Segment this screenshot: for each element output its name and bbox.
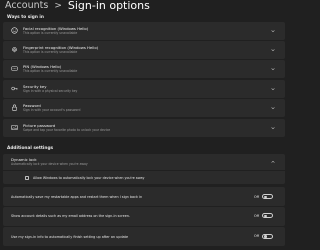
option-texts: Picture password Swipe and tap your favo…	[23, 123, 110, 133]
sign-in-option-security-key[interactable]: Security key Sign in with a physical sec…	[3, 80, 285, 98]
toggle-knob	[264, 195, 267, 199]
toggle-knob	[264, 235, 267, 238]
setting-restart-apps: Automatically save my restartable apps a…	[3, 187, 285, 206]
toggle-wrap: Off	[254, 213, 273, 218]
chevron-down-icon	[271, 48, 275, 51]
show-account-details-toggle[interactable]	[262, 213, 273, 218]
option-title: Fingerprint recognition (Windows Hello)	[23, 44, 99, 50]
option-texts: Security key Sign in with a physical sec…	[23, 84, 77, 94]
toggle-knob	[264, 214, 267, 218]
face-icon	[11, 27, 18, 34]
option-subtitle: This option is currently unavailable	[23, 30, 78, 35]
toggle-wrap: Off	[254, 194, 273, 199]
sign-in-option-password[interactable]: Password Sign in with your account's pas…	[3, 99, 285, 117]
toggle-wrap: Off	[253, 233, 273, 239]
option-title: Facial recognition (Windows Hello)	[23, 25, 89, 31]
toggle-state-label: Off	[253, 194, 259, 199]
option-texts: Password Sign in with your account's pas…	[23, 103, 80, 113]
sign-in-option-fingerprint[interactable]: Fingerprint recognition (Windows Hello) …	[3, 41, 285, 59]
setting-show-account-details: Show account details such as my email ad…	[3, 207, 285, 226]
breadcrumb-accounts[interactable]: Accounts	[5, 0, 48, 11]
option-texts: Facial recognition (Windows Hello) This …	[23, 26, 88, 36]
dynamic-lock-body: Allow Windows to automatically lock your…	[3, 171, 285, 184]
chevron-down-icon	[271, 67, 275, 70]
sign-in-option-pin[interactable]: PIN (Windows Hello) This option is curre…	[3, 60, 285, 78]
option-subtitle: Swipe and tap your favorite photo to unl…	[23, 127, 111, 132]
dynamic-lock-subtitle: Automatically lock your device when you'…	[11, 162, 88, 166]
chevron-down-icon	[271, 29, 275, 32]
chevron-up-icon	[271, 160, 275, 163]
setting-label: Use my sign-in info to automatically fin…	[11, 234, 129, 239]
option-subtitle: This option is currently unavailable	[23, 68, 78, 73]
use-sign-in-info-toggle[interactable]	[262, 233, 273, 239]
option-subtitle: Sign in with a physical security key	[23, 88, 78, 93]
sign-in-option-picture-password[interactable]: Picture password Swipe and tap your favo…	[3, 119, 285, 137]
option-texts: Fingerprint recognition (Windows Hello) …	[23, 45, 98, 55]
section-title-ways-to-sign-in: Ways to sign in	[7, 15, 44, 20]
chevron-down-icon	[271, 87, 275, 90]
restart-apps-toggle[interactable]	[262, 194, 273, 199]
key-icon	[11, 86, 18, 91]
toggle-state-label: Off	[253, 213, 259, 218]
setting-use-sign-in-info: Use my sign-in info to automatically fin…	[3, 227, 285, 246]
picture-icon	[11, 124, 18, 131]
setting-label: Show account details such as my email ad…	[11, 214, 131, 218]
option-subtitle: This option is currently unavailable	[23, 49, 78, 54]
section-title-additional-settings: Additional settings	[7, 146, 54, 151]
page-title: Sign-in options	[67, 0, 150, 12]
dynamic-lock-texts: Dynamic lock Automatically lock your dev…	[11, 157, 88, 167]
toggle-state-label: Off	[253, 234, 259, 238]
sign-in-option-facial-recognition[interactable]: Facial recognition (Windows Hello) This …	[3, 22, 285, 40]
dynamic-lock-header[interactable]: Dynamic lock Automatically lock your dev…	[3, 154, 285, 170]
breadcrumb-separator: >	[54, 0, 62, 11]
dynamic-lock-checkbox[interactable]	[25, 175, 29, 180]
setting-label: Automatically save my restartable apps a…	[11, 195, 143, 199]
option-subtitle: Sign in with your account's password	[23, 107, 81, 112]
dynamic-lock-checkbox-label[interactable]: Allow Windows to automatically lock your…	[33, 176, 145, 180]
fingerprint-icon	[12, 47, 17, 53]
breadcrumb: Accounts > Sign-in options	[5, 0, 150, 12]
chevron-down-icon	[271, 126, 275, 129]
option-texts: PIN (Windows Hello) This option is curre…	[23, 64, 77, 74]
pin-icon	[11, 66, 18, 71]
chevron-down-icon	[271, 106, 275, 109]
password-icon	[12, 104, 17, 111]
